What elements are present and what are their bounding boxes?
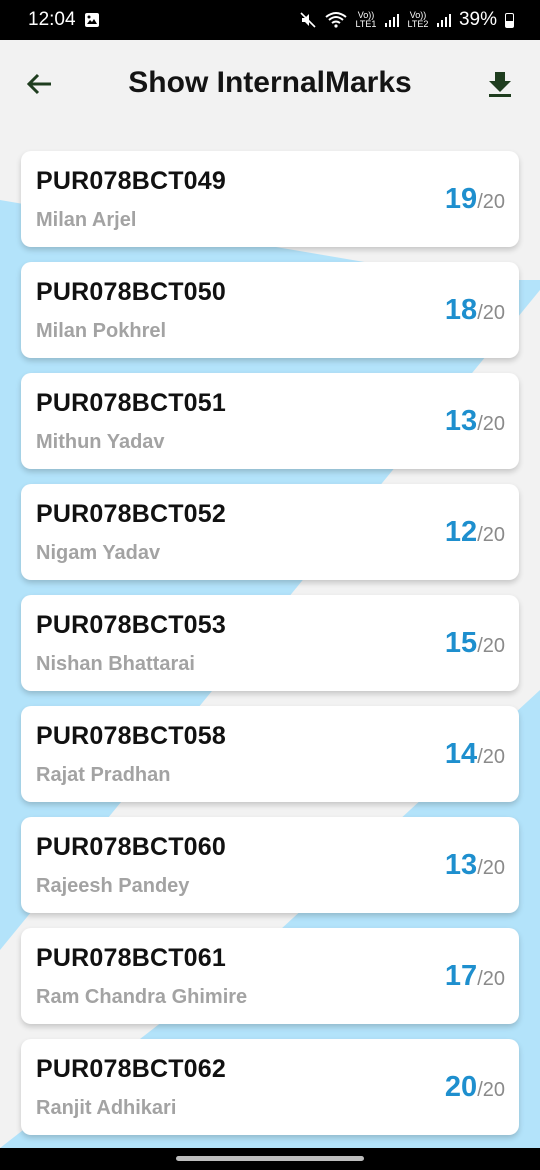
student-name: Milan Pokhrel: [36, 320, 167, 342]
marks-score: 15: [444, 627, 478, 659]
roll-number: PUR078BCT049: [36, 167, 226, 195]
marks-score: 18: [444, 294, 478, 326]
student-card[interactable]: PUR078BCT061 Ram Chandra Ghimire 17/20: [21, 928, 519, 1024]
mute-icon: [300, 12, 316, 28]
marks: 19/20: [445, 183, 505, 216]
student-card[interactable]: PUR078BCT052 Nigam Yadav 12/20: [21, 484, 519, 580]
student-card[interactable]: PUR078BCT058 Rajat Pradhan 14/20: [21, 706, 519, 802]
student-name: Nishan Bhattarai: [36, 653, 195, 675]
marks-score: 20: [444, 1071, 478, 1103]
student-card[interactable]: PUR078BCT050 Milan Pokhrel 18/20: [21, 262, 519, 358]
student-card[interactable]: PUR078BCT051 Mithun Yadav 13/20: [21, 373, 519, 469]
wifi-icon: [325, 12, 347, 28]
marks-total: /20: [477, 746, 505, 768]
marks-score: 14: [444, 738, 478, 770]
roll-number: PUR078BCT053: [36, 611, 226, 639]
student-name: Milan Arjel: [36, 209, 137, 231]
roll-number: PUR078BCT050: [36, 278, 226, 306]
gallery-icon: [84, 13, 99, 27]
student-name: Ranjit Adhikari: [36, 1097, 177, 1119]
marks-score: 13: [444, 849, 478, 881]
download-icon: [489, 72, 511, 97]
roll-number: PUR078BCT062: [36, 1055, 226, 1083]
marks: 17/20: [445, 960, 505, 993]
marks: 20/20: [445, 1071, 505, 1104]
marks: 18/20: [445, 294, 505, 327]
app-bar: Show InternalMarks: [0, 40, 540, 130]
marks: 12/20: [445, 516, 505, 549]
roll-number: PUR078BCT051: [36, 389, 226, 417]
marks-total: /20: [477, 524, 505, 546]
marks: 15/20: [445, 627, 505, 660]
marks-total: /20: [477, 968, 505, 990]
nav-bar: [0, 1148, 540, 1170]
marks-total: /20: [477, 413, 505, 435]
marks-total: /20: [477, 635, 505, 657]
student-name: Ram Chandra Ghimire: [36, 986, 248, 1008]
home-gesture-handle[interactable]: [176, 1156, 364, 1161]
student-name: Rajat Pradhan: [36, 764, 171, 786]
student-card[interactable]: PUR078BCT049 Milan Arjel 19/20: [21, 151, 519, 247]
marks-score: 13: [444, 405, 478, 437]
battery-icon: [505, 12, 514, 28]
signal-1-icon: [384, 13, 399, 27]
student-name: Rajeesh Pandey: [36, 875, 190, 897]
marks-total: /20: [477, 191, 505, 213]
student-name: Nigam Yadav: [36, 542, 161, 564]
student-card[interactable]: PUR078BCT062 Ranjit Adhikari 20/20: [21, 1039, 519, 1135]
student-card[interactable]: PUR078BCT053 Nishan Bhattarai 15/20: [21, 595, 519, 691]
roll-number: PUR078BCT061: [36, 944, 226, 972]
marks-score: 12: [444, 516, 478, 548]
student-card[interactable]: PUR078BCT060 Rajeesh Pandey 13/20: [21, 817, 519, 913]
page-title: Show InternalMarks: [128, 66, 412, 99]
lte2-label: Vo)) LTE2: [407, 10, 429, 29]
status-right: Vo)) LTE1 Vo)) LTE2 39%: [299, 9, 514, 31]
status-time: 12:04: [28, 9, 76, 30]
marks: 13/20: [445, 405, 505, 438]
roll-number: PUR078BCT052: [36, 500, 226, 528]
marks: 14/20: [445, 738, 505, 771]
lte1-label: Vo)) LTE1: [355, 10, 377, 29]
signal-2-icon: [436, 13, 451, 27]
marks-score: 17: [444, 960, 478, 992]
marks-total: /20: [477, 1079, 505, 1101]
marks-score: 19: [444, 183, 478, 215]
marks-total: /20: [477, 857, 505, 879]
status-left: 12:04: [28, 9, 100, 31]
status-bar: 12:04 Vo)) LTE1 Vo)) LTE2 39%: [0, 0, 540, 40]
marks: 13/20: [445, 849, 505, 882]
marks-total: /20: [477, 302, 505, 324]
marks-list-container[interactable]: PUR078BCT049 Milan Arjel 19/20 PUR078BCT050…: [0, 130, 540, 1148]
roll-number: PUR078BCT060: [36, 833, 226, 861]
student-name: Mithun Yadav: [36, 431, 165, 453]
battery-percent: 39%: [458, 9, 497, 30]
roll-number: PUR078BCT058: [36, 722, 226, 750]
download-button[interactable]: [484, 68, 516, 100]
